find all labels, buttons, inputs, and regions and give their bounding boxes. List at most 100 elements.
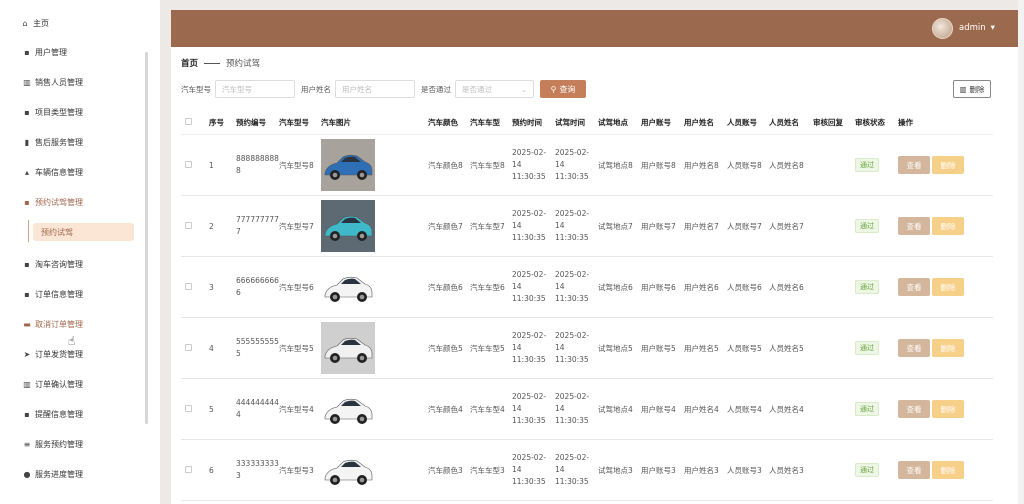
cell-review-status: 通过 bbox=[855, 158, 898, 172]
avatar[interactable] bbox=[932, 18, 953, 39]
search-button[interactable]: ⚲ 查询 bbox=[540, 80, 586, 98]
delete-button[interactable]: 删除 bbox=[932, 461, 964, 479]
status-badge: 通过 bbox=[855, 402, 879, 416]
model-filter-input[interactable]: 汽车型号 bbox=[215, 80, 295, 98]
delete-button[interactable]: 删除 bbox=[932, 400, 964, 418]
cell-review-status: 通过 bbox=[855, 463, 898, 477]
cell-place: 试驾地点3 bbox=[598, 465, 633, 475]
view-button[interactable]: 查看 bbox=[898, 339, 930, 357]
cell-user-name: 用户姓名3 bbox=[684, 465, 719, 475]
pass-filter-select[interactable]: 是否通过 ⌄ bbox=[455, 80, 534, 98]
sidebar-item-service-progress[interactable]: ● 服务进度管理 bbox=[23, 467, 84, 481]
cell-booking-time: 2025-02-14 11:30:35 bbox=[512, 331, 547, 364]
table-row: 3 6666666666 汽车型号6 汽车颜色6 汽车车型6 2025-02-14 11:… bbox=[181, 257, 993, 318]
sidebar-item-confirm[interactable]: ▥ 订单确认管理 bbox=[23, 377, 83, 391]
sidebar-item-orders[interactable]: ▪ 订单信息管理 bbox=[23, 287, 83, 301]
delete-button[interactable]: 删除 bbox=[932, 217, 964, 235]
page-scrollbar[interactable] bbox=[1018, 0, 1024, 504]
name-filter-label: 用户姓名 bbox=[301, 84, 331, 94]
cell-model: 汽车型号4 bbox=[279, 404, 314, 414]
cell-drive-time: 2025-02-14 11:30:35 bbox=[555, 209, 590, 242]
header-user-name: 用户姓名 bbox=[684, 118, 714, 127]
cell-type: 汽车车型8 bbox=[470, 160, 505, 170]
pass-filter-placeholder: 是否通过 bbox=[462, 84, 492, 94]
cell-user-account: 用户账号3 bbox=[641, 465, 676, 475]
header-model: 汽车型号 bbox=[279, 118, 309, 127]
select-all-checkbox[interactable] bbox=[185, 118, 192, 125]
delete-button[interactable]: 删除 bbox=[932, 278, 964, 296]
cell-staff-name: 人员姓名4 bbox=[769, 404, 804, 414]
bar-chart-icon: ▮ bbox=[24, 137, 30, 147]
sidebar-item-home[interactable]: ⌂ 主页 bbox=[21, 16, 49, 30]
cell-actions: 查看 删除 bbox=[898, 400, 978, 418]
batch-delete-button[interactable]: ▥ 删除 bbox=[953, 80, 991, 98]
cell-staff-name: 人员姓名6 bbox=[769, 282, 804, 292]
header-staff-account: 人员账号 bbox=[727, 118, 757, 127]
row-checkbox[interactable] bbox=[185, 404, 192, 412]
view-button[interactable]: 查看 bbox=[898, 461, 930, 479]
top-header: admin ▾ bbox=[171, 10, 1018, 47]
card-icon: ▬ bbox=[23, 319, 31, 329]
header-index: 序号 bbox=[209, 118, 224, 127]
row-checkbox[interactable] bbox=[185, 343, 192, 351]
name-filter-input[interactable]: 用户姓名 bbox=[335, 80, 415, 98]
send-icon: ➤ bbox=[23, 349, 31, 359]
breadcrumb-home[interactable]: 首页 bbox=[181, 57, 198, 69]
view-button[interactable]: 查看 bbox=[898, 278, 930, 296]
cell-review-status: 通过 bbox=[855, 280, 898, 294]
row-checkbox[interactable] bbox=[185, 282, 192, 290]
view-button[interactable]: 查看 bbox=[898, 400, 930, 418]
sidebar-item-vehicles[interactable]: ▴ 车辆信息管理 bbox=[23, 165, 83, 179]
sidebar-item-sales[interactable]: ▥ 销售人员管理 bbox=[23, 75, 83, 89]
cell-booking-no: 6666666666 bbox=[236, 276, 279, 297]
cell-color: 汽车颜色3 bbox=[428, 465, 463, 475]
breadcrumb: 首页 预约试驾 bbox=[181, 57, 260, 69]
sidebar-item-consult[interactable]: ▪ 淘车咨询管理 bbox=[23, 257, 83, 271]
sidebar-item-project-types[interactable]: ▪ 项目类型管理 bbox=[23, 105, 83, 119]
sidebar-item-label: 服务进度管理 bbox=[35, 469, 83, 479]
trash-icon: ▥ bbox=[959, 84, 967, 94]
sidebar-item-users[interactable]: ▪ 用户管理 bbox=[23, 45, 67, 59]
cell-drive-time: 2025-02-14 11:30:35 bbox=[555, 270, 590, 303]
row-checkbox[interactable] bbox=[185, 160, 192, 168]
cell-staff-name: 人员姓名8 bbox=[769, 160, 804, 170]
sidebar-item-label: 订单发货管理 bbox=[35, 349, 83, 359]
view-button[interactable]: 查看 bbox=[898, 156, 930, 174]
cell-actions: 查看 删除 bbox=[898, 339, 978, 357]
row-select-cell bbox=[181, 404, 209, 414]
cell-index: 4 bbox=[209, 343, 214, 353]
select-all-cell bbox=[181, 118, 209, 127]
row-checkbox[interactable] bbox=[185, 465, 192, 473]
sidebar-scrollbar[interactable] bbox=[145, 52, 148, 424]
cell-user-account: 用户账号8 bbox=[641, 160, 676, 170]
cell-place: 试驾地点8 bbox=[598, 160, 633, 170]
sidebar-item-label: 项目类型管理 bbox=[35, 107, 83, 117]
delete-button[interactable]: 删除 bbox=[932, 156, 964, 174]
cell-staff-account: 人员账号3 bbox=[727, 465, 762, 475]
grid-icon: ▪ bbox=[24, 107, 30, 117]
chart-icon: ▴ bbox=[24, 167, 29, 177]
breadcrumb-current: 预约试驾 bbox=[226, 59, 261, 69]
cell-place: 试驾地点7 bbox=[598, 221, 633, 231]
cell-place: 试驾地点6 bbox=[598, 282, 633, 292]
sidebar-item-service-booking[interactable]: ≡ 服务预约管理 bbox=[23, 437, 83, 451]
sidebar-item-label: 订单信息管理 bbox=[35, 289, 83, 299]
cell-image bbox=[321, 261, 428, 313]
sidebar-item-label: 用户管理 bbox=[35, 47, 67, 57]
user-menu[interactable]: admin ▾ bbox=[959, 23, 995, 33]
delete-button[interactable]: 删除 bbox=[932, 339, 964, 357]
pass-filter-label: 是否通过 bbox=[421, 84, 451, 94]
sidebar-item-shipping[interactable]: ➤ 订单发货管理 bbox=[23, 347, 83, 361]
batch-delete-label: 删除 bbox=[969, 84, 985, 94]
sidebar-subitem-test-drive[interactable]: 预约试驾 bbox=[33, 223, 134, 241]
sidebar-item-reminders[interactable]: ▪ 提醒信息管理 bbox=[23, 407, 83, 421]
cell-review-status: 通过 bbox=[855, 402, 898, 416]
row-checkbox[interactable] bbox=[185, 221, 192, 229]
sidebar-item-cancel-orders[interactable]: ▬ 取消订单管理 bbox=[23, 317, 83, 331]
view-button[interactable]: 查看 bbox=[898, 217, 930, 235]
row-select-cell bbox=[181, 160, 209, 170]
sidebar-item-label: 取消订单管理 bbox=[35, 319, 83, 329]
sidebar-item-test-drive[interactable]: ▪ 预约试驾管理 bbox=[23, 195, 83, 209]
grid-icon: ▪ bbox=[24, 197, 30, 207]
sidebar-item-after-sales[interactable]: ▮ 售后服务管理 bbox=[23, 135, 83, 149]
